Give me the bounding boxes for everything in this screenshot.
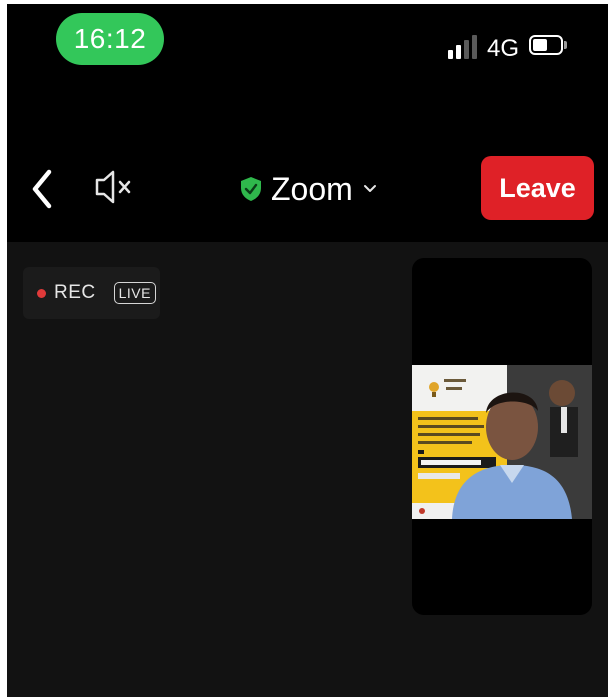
recording-dot-icon (37, 288, 46, 298)
meeting-title: Zoom (271, 171, 353, 207)
recording-status-badge: REC LIVE (23, 267, 160, 319)
video-area: REC LIVE (7, 242, 608, 697)
battery-icon (529, 35, 567, 55)
chevron-down-icon (363, 185, 376, 192)
encryption-shield-icon (241, 177, 261, 201)
back-chevron-icon (32, 169, 52, 209)
live-badge: LIVE (113, 282, 156, 304)
participant-video-tile[interactable] (412, 258, 592, 615)
participant-video-image (412, 365, 592, 519)
recording-label: REC (54, 282, 96, 303)
speaker-toggle-button[interactable] (91, 167, 139, 207)
network-type: 4G (487, 35, 520, 62)
status-time: 16:12 (56, 13, 164, 65)
signal-bars-icon (448, 33, 482, 59)
meeting-title-dropdown[interactable]: Zoom (239, 164, 377, 214)
leave-button[interactable]: Leave (481, 156, 594, 220)
speaker-muted-icon (95, 170, 131, 204)
back-button[interactable] (27, 164, 57, 214)
phone-screen: 16:12 4G Zoom Leave REC LIVE (7, 4, 608, 697)
